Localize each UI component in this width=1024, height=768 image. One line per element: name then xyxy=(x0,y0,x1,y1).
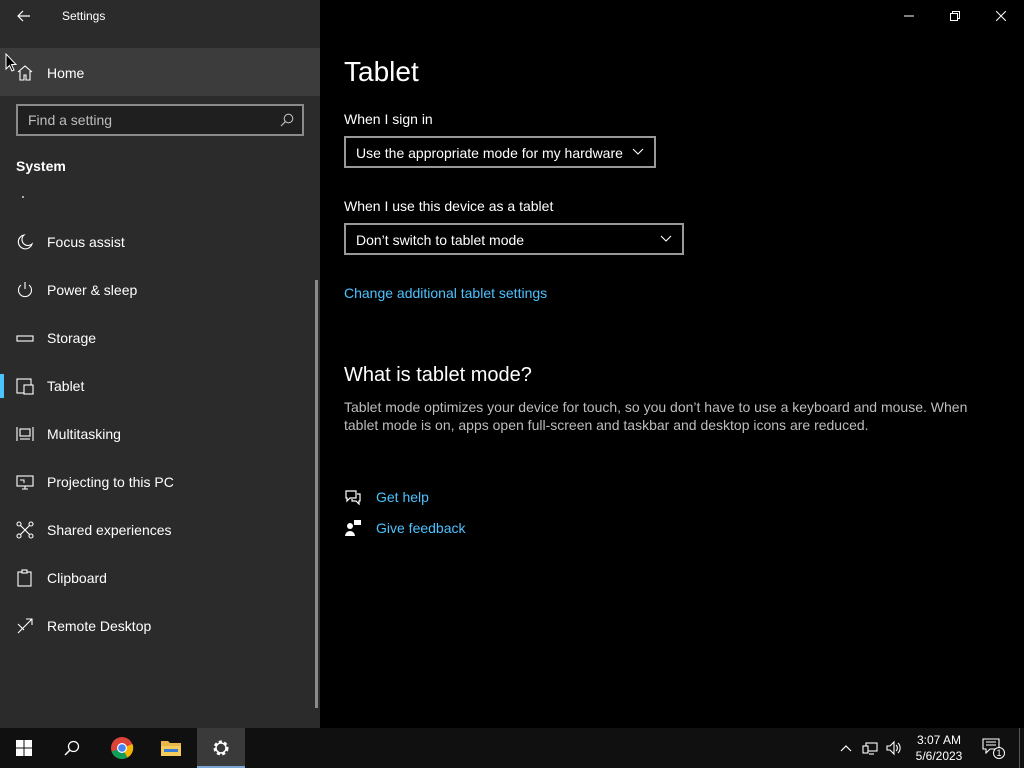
tablet-mode-dropdown[interactable]: Don’t switch to tablet mode xyxy=(344,223,684,255)
minimize-icon xyxy=(904,15,914,17)
taskbar-settings[interactable] xyxy=(197,728,245,768)
search-icon xyxy=(64,740,80,756)
mouse-cursor-icon xyxy=(5,53,17,72)
search-input[interactable] xyxy=(28,106,268,134)
taskbar-file-explorer[interactable] xyxy=(147,728,195,768)
sidebar-item-tablet[interactable]: Tablet xyxy=(0,362,312,410)
sidebar-item-label: Multitasking xyxy=(47,426,121,442)
taskbar-clock[interactable]: 3:07 AM 5/6/2023 xyxy=(910,732,968,764)
give-feedback-icon xyxy=(345,520,361,536)
scroll-remnant xyxy=(22,196,24,198)
power-icon xyxy=(17,282,33,298)
clipboard-icon xyxy=(17,569,32,587)
remote-desktop-icon xyxy=(17,618,33,634)
sidebar-item-clipboard[interactable]: Clipboard xyxy=(0,554,312,602)
sign-in-dropdown[interactable]: Use the appropriate mode for my hardware xyxy=(344,136,656,168)
close-icon xyxy=(996,11,1006,21)
chevron-down-icon xyxy=(632,148,644,155)
back-button[interactable] xyxy=(8,0,40,32)
windows-logo-icon xyxy=(16,740,32,756)
chevron-up-icon[interactable] xyxy=(838,740,854,756)
sidebar: Settings Home System Focus assist Power … xyxy=(0,0,320,728)
sign-in-dropdown-value: Use the appropriate mode for my hardware xyxy=(356,145,623,161)
sidebar-item-label: Power & sleep xyxy=(47,282,138,298)
tablet-mode-dropdown-value: Don’t switch to tablet mode xyxy=(356,232,525,248)
clock-date: 5/6/2023 xyxy=(915,749,963,763)
folder-icon xyxy=(161,741,181,756)
sign-in-label: When I sign in xyxy=(344,111,433,127)
additional-tablet-settings-link[interactable]: Change additional tablet settings xyxy=(344,285,547,301)
get-help-link[interactable]: Get help xyxy=(376,489,429,505)
notification-count-badge: 1 xyxy=(993,747,1005,759)
start-button[interactable] xyxy=(0,728,48,768)
action-center-button[interactable]: 1 xyxy=(982,738,1005,759)
active-indicator xyxy=(0,374,4,398)
chrome-icon xyxy=(111,737,134,760)
restore-button[interactable] xyxy=(932,0,978,32)
get-help-icon xyxy=(345,490,361,506)
chevron-down-icon xyxy=(660,235,672,242)
sidebar-item-label: Focus assist xyxy=(47,234,125,250)
sidebar-item-power-sleep[interactable]: Power & sleep xyxy=(0,266,312,314)
sidebar-item-focus-assist[interactable]: Focus assist xyxy=(0,218,312,266)
sidebar-item-label: Tablet xyxy=(47,378,85,394)
show-desktop-button[interactable] xyxy=(1019,728,1020,768)
volume-icon[interactable] xyxy=(886,740,902,756)
tablet-mode-description: Tablet mode optimizes your device for to… xyxy=(344,399,968,433)
sidebar-item-remote-desktop[interactable]: Remote Desktop xyxy=(0,602,312,650)
network-icon[interactable] xyxy=(862,740,878,756)
search-icon[interactable] xyxy=(280,113,294,127)
title-bar-left: Settings xyxy=(0,0,320,32)
sidebar-item-multitasking[interactable]: Multitasking xyxy=(0,410,312,458)
clock-time: 3:07 AM xyxy=(916,733,962,747)
sidebar-item-label: Home xyxy=(47,65,85,81)
app-title: Settings xyxy=(62,9,106,23)
close-button[interactable] xyxy=(978,0,1024,32)
sidebar-item-label: Remote Desktop xyxy=(47,618,152,634)
taskbar-search-button[interactable] xyxy=(48,728,96,768)
sidebar-item-label: Storage xyxy=(47,330,97,346)
sidebar-item-label: Shared experiences xyxy=(47,522,172,538)
sidebar-item-label: Projecting to this PC xyxy=(47,474,174,490)
what-is-tablet-mode-heading: What is tablet mode? xyxy=(344,364,532,386)
sidebar-item-label: Clipboard xyxy=(47,570,107,586)
storage-icon xyxy=(16,335,34,342)
minimize-button[interactable] xyxy=(886,0,932,32)
restore-icon xyxy=(950,11,960,21)
search-box[interactable] xyxy=(16,104,304,136)
taskbar-chrome[interactable] xyxy=(98,728,146,768)
section-label-system: System xyxy=(16,158,66,174)
give-feedback-link[interactable]: Give feedback xyxy=(376,520,466,536)
page-title: Tablet xyxy=(344,56,419,87)
sidebar-item-projecting[interactable]: Projecting to this PC xyxy=(0,458,312,506)
moon-icon xyxy=(17,234,34,250)
home-icon xyxy=(17,65,33,81)
shared-experiences-icon xyxy=(16,521,34,539)
multitasking-icon xyxy=(16,427,34,441)
gear-icon xyxy=(213,740,229,756)
device-tablet-label: When I use this device as a tablet xyxy=(344,198,554,214)
sidebar-item-storage[interactable]: Storage xyxy=(0,314,312,362)
sidebar-item-home[interactable]: Home xyxy=(0,48,320,96)
back-arrow-icon xyxy=(17,10,30,22)
tablet-icon xyxy=(16,378,34,395)
taskbar: 3:07 AM 5/6/2023 1 xyxy=(0,728,1024,768)
projecting-icon xyxy=(16,475,34,490)
sidebar-item-shared-experiences[interactable]: Shared experiences xyxy=(0,506,312,554)
sidebar-scrollbar[interactable] xyxy=(315,280,318,708)
